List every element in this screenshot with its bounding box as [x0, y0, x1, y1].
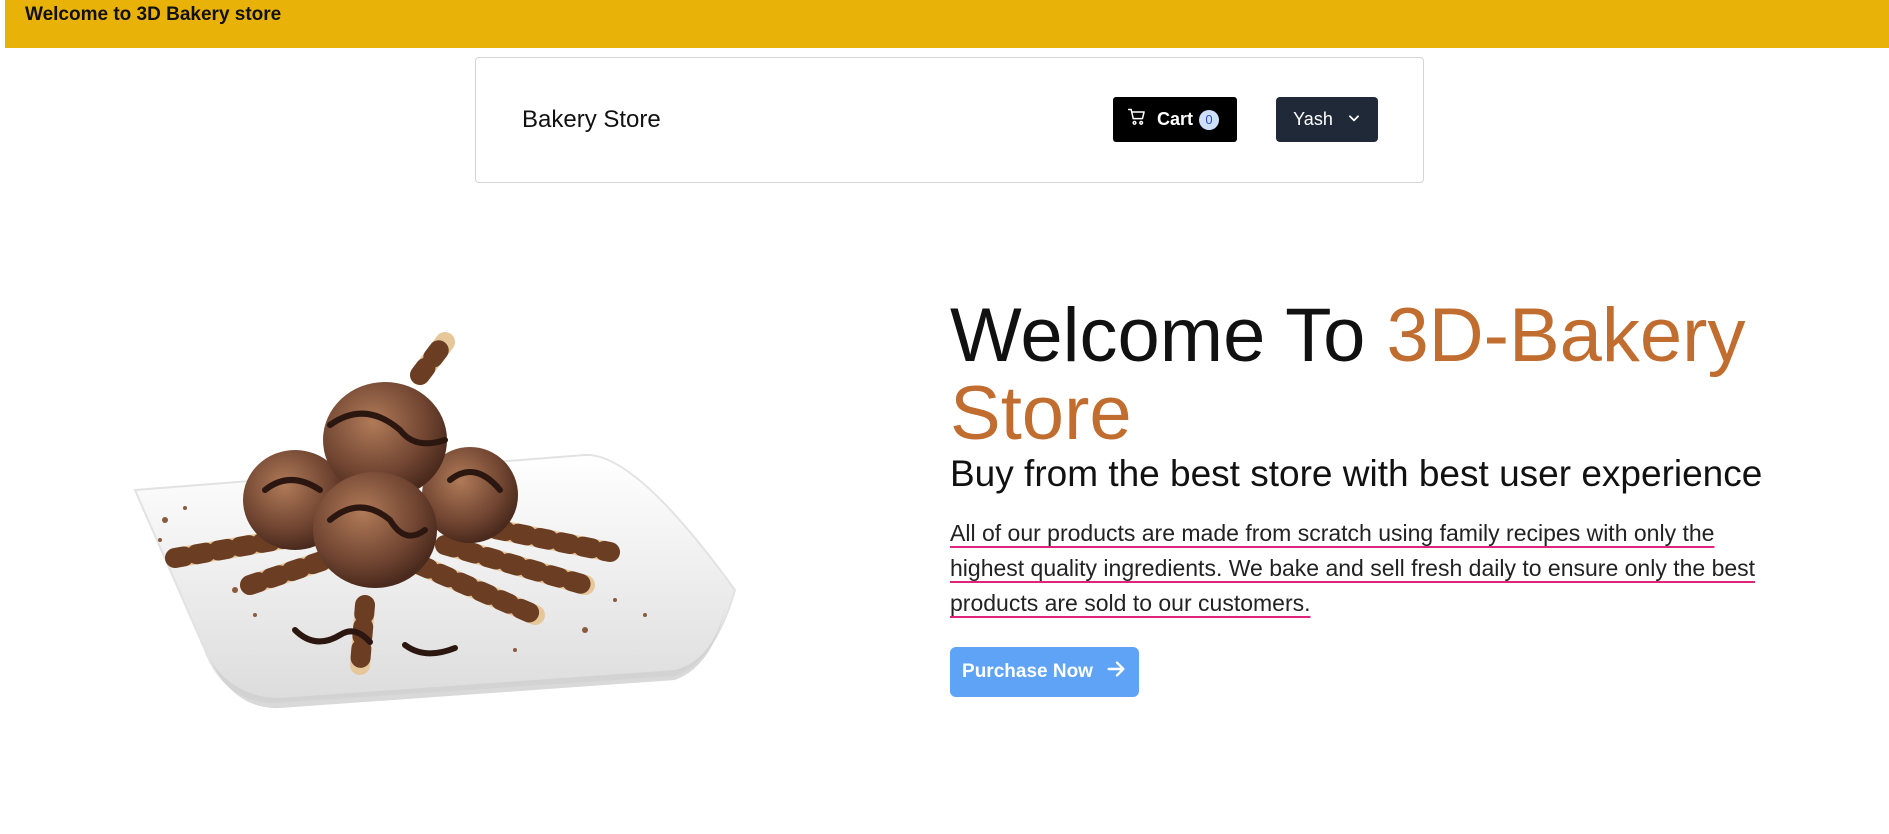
user-name: Yash: [1293, 109, 1333, 129]
hero-description: All of our products are made from scratc…: [950, 520, 1756, 616]
hero-title-part1: Welcome To: [950, 293, 1387, 378]
navbar: Bakery Store Cart 0 Yash: [475, 57, 1424, 183]
hero-dessert-image: [115, 330, 740, 735]
cart-icon: [1127, 107, 1147, 132]
arrow-right-icon: [1105, 658, 1127, 686]
banner-text: Welcome to 3D Bakery store: [25, 4, 282, 25]
cart-button[interactable]: Cart 0: [1113, 97, 1237, 142]
purchase-now-label: Purchase Now: [962, 661, 1093, 682]
chevron-down-icon: [1347, 109, 1361, 130]
top-banner: Welcome to 3D Bakery store: [5, 0, 1889, 48]
user-menu-button[interactable]: Yash: [1276, 97, 1378, 142]
hero-subtitle: Buy from the best store with best user e…: [950, 453, 1763, 494]
cart-label: Cart: [1157, 109, 1194, 129]
cart-count-badge: 0: [1199, 109, 1220, 130]
purchase-now-button[interactable]: Purchase Now: [950, 647, 1139, 697]
hero-title: Welcome To 3D-Bakery Store: [950, 297, 1830, 453]
brand-name[interactable]: Bakery Store: [522, 106, 661, 134]
